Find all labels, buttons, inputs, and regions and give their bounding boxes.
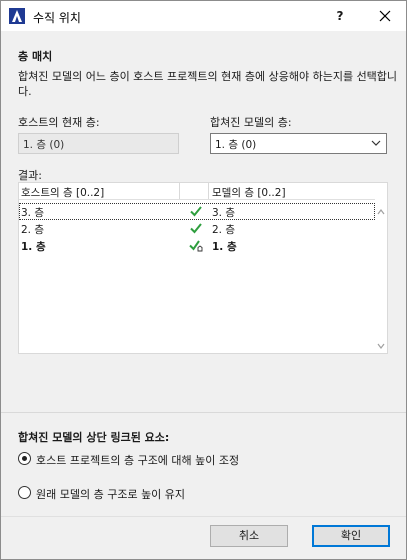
scroll-down-icon[interactable] bbox=[376, 341, 386, 351]
host-floor-cell: 2. 층 bbox=[21, 224, 45, 236]
radio-label: 호스트 프로젝트의 층 구조에 대해 높이 조정 bbox=[36, 454, 240, 467]
vertical-position-dialog: 수직 위치 ? 층 매치 합쳐진 모델의 어느 층이 호스트 프로젝트의 현재 … bbox=[0, 0, 407, 560]
green-check-icon bbox=[190, 206, 202, 217]
host-floor-cell: 1. 층 bbox=[21, 241, 46, 253]
help-button[interactable]: ? bbox=[325, 1, 355, 31]
section-divider bbox=[1, 412, 406, 413]
results-row[interactable]: 3. 층 3. 층 bbox=[19, 203, 375, 220]
host-floor-cell: 3. 층 bbox=[21, 207, 45, 219]
ok-button[interactable]: 확인 bbox=[312, 525, 390, 547]
window-title: 수직 위치 bbox=[33, 11, 81, 25]
cancel-button[interactable]: 취소 bbox=[210, 525, 288, 547]
host-floor-label: 호스트의 현재 층: bbox=[18, 116, 100, 129]
top-linked-title: 합쳐진 모델의 상단 링크된 요소: bbox=[18, 431, 170, 444]
chevron-down-icon bbox=[371, 140, 381, 146]
green-check-home-icon bbox=[189, 240, 203, 252]
results-label: 결과: bbox=[18, 169, 42, 182]
results-row[interactable]: 1. 층 1. 층 bbox=[19, 237, 375, 254]
floor-match-title: 층 매치 bbox=[18, 50, 53, 63]
results-list[interactable]: 호스트의 층 [0..2] 모델의 층 [0..2] 3. 층 3. 층 2. … bbox=[18, 182, 388, 354]
merged-floor-label: 합쳐진 모델의 층: bbox=[210, 116, 292, 129]
model-floor-cell: 2. 층 bbox=[212, 224, 236, 236]
merged-floor-value: 1. 층 (0) bbox=[215, 139, 257, 151]
footer-divider bbox=[1, 516, 406, 517]
model-floor-cell: 1. 층 bbox=[212, 241, 237, 253]
merged-floor-dropdown[interactable]: 1. 층 (0) bbox=[210, 133, 387, 154]
close-button[interactable] bbox=[366, 1, 404, 31]
results-scrollbar[interactable] bbox=[374, 183, 387, 353]
radio-label: 원래 모델의 층 구조로 높이 유지 bbox=[36, 488, 186, 501]
radio-button[interactable] bbox=[18, 486, 31, 499]
title-bar: 수직 위치 ? bbox=[1, 1, 406, 31]
host-current-floor-field: 1. 층 (0) bbox=[18, 133, 179, 154]
column-model-floors[interactable]: 모델의 층 [0..2] bbox=[212, 185, 286, 200]
archicad-app-icon bbox=[9, 8, 25, 24]
column-separator bbox=[179, 183, 180, 199]
green-check-icon bbox=[190, 223, 202, 234]
results-row[interactable]: 2. 층 2. 층 bbox=[19, 220, 375, 237]
column-separator bbox=[208, 183, 209, 199]
scroll-up-icon[interactable] bbox=[376, 207, 386, 217]
model-floor-cell: 3. 층 bbox=[212, 207, 236, 219]
close-icon bbox=[379, 10, 391, 22]
column-host-floors[interactable]: 호스트의 층 [0..2] bbox=[21, 185, 104, 200]
results-list-header: 호스트의 층 [0..2] 모델의 층 [0..2] bbox=[19, 183, 375, 200]
floor-match-description: 합쳐진 모델의 어느 층이 호스트 프로젝트의 현재 층에 상응해야 하는지를 … bbox=[18, 70, 398, 98]
radio-button-checked[interactable] bbox=[18, 452, 31, 465]
